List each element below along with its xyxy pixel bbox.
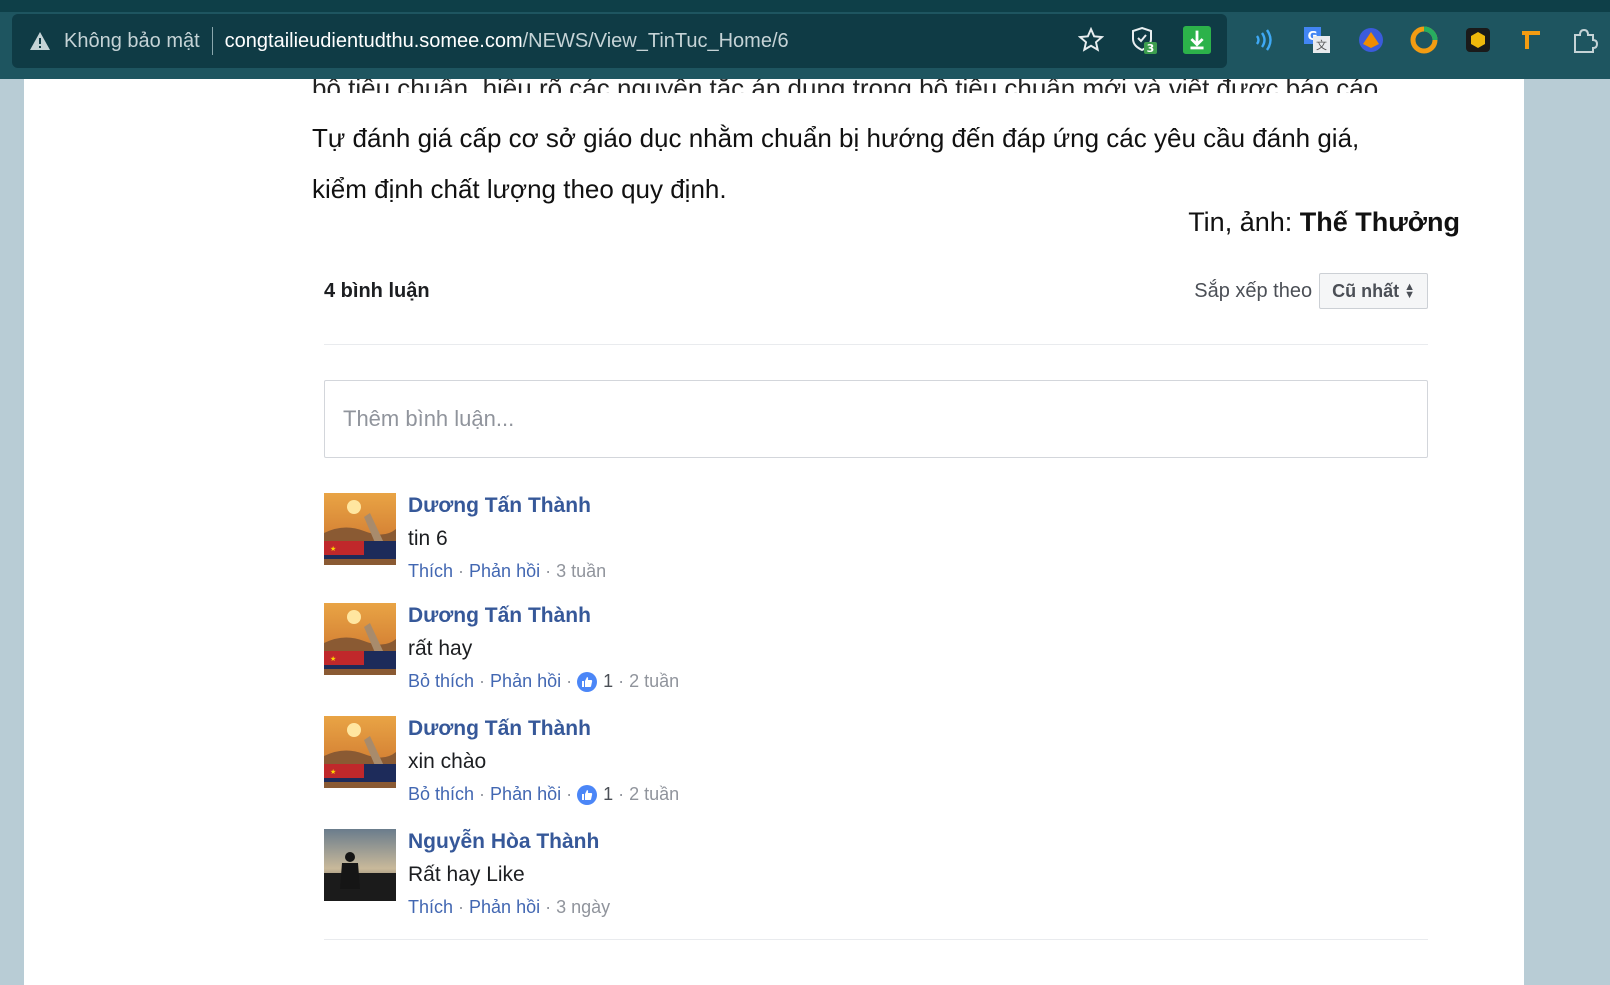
- comment-input-box[interactable]: [324, 380, 1428, 458]
- comments-header: 4 bình luận Sắp xếp theo Cũ nhất ▲ ▼: [324, 259, 1428, 323]
- comment-body: Dương Tấn Thành xin chào Bỏ thích · Phản…: [408, 716, 679, 829]
- url-path: /NEWS/View_TinTuc_Home/6: [522, 29, 789, 52]
- thumbs-up-icon[interactable]: [577, 784, 598, 805]
- comment-time[interactable]: 3 tuần: [556, 561, 606, 582]
- security-label[interactable]: Không bảo mật: [64, 30, 200, 53]
- bookmark-star-icon[interactable]: [1077, 26, 1105, 54]
- comment-author[interactable]: Dương Tấn Thành: [408, 494, 606, 518]
- list-bottom-divider: [324, 939, 1428, 940]
- comment-item: ★ Dương Tấn Thành xin chào Bỏ thích · Ph…: [324, 716, 1428, 829]
- comment-text: xin chào: [408, 750, 487, 773]
- reply-link[interactable]: Phản hồi: [490, 671, 561, 692]
- comment-count: 4 bình luận: [324, 279, 430, 302]
- avatar[interactable]: ★: [324, 493, 396, 565]
- svg-text:★: ★: [330, 768, 336, 776]
- like-count[interactable]: 1: [603, 784, 613, 805]
- header-divider: [324, 344, 1428, 345]
- download-icon[interactable]: [1183, 26, 1211, 54]
- comment-text: tin 6: [408, 527, 448, 550]
- like-link[interactable]: Thích: [408, 897, 453, 918]
- extension-badge-count: 3: [1147, 42, 1155, 54]
- comment-text: Rất hay Like: [408, 863, 525, 886]
- sort-value: Cũ nhất: [1332, 280, 1400, 301]
- cube-extension-icon[interactable]: [1464, 26, 1492, 54]
- shield-extension-icon[interactable]: 3: [1130, 26, 1158, 54]
- comment-item: ★ Dương Tấn Thành rất hay Bỏ thích · Phả…: [324, 603, 1428, 716]
- puzzle-extensions-icon[interactable]: [1570, 26, 1598, 54]
- svg-text:★: ★: [330, 545, 336, 553]
- byline-author: Thế Thưởng: [1299, 207, 1460, 237]
- comment-item: Nguyễn Hòa Thành Rất hay Like Thích · Ph…: [324, 829, 1428, 939]
- article-cut-line: bộ tiêu chuẩn, hiểu rõ các nguyên tắc áp…: [312, 79, 1460, 93]
- comment-time[interactable]: 3 ngày: [556, 897, 610, 918]
- sort-label: Sắp xếp theo: [1194, 279, 1313, 302]
- sort-control: Sắp xếp theo Cũ nhất ▲ ▼: [1194, 273, 1428, 309]
- address-separator: [211, 27, 213, 55]
- avatar[interactable]: ★: [324, 603, 396, 675]
- url-text[interactable]: congtailieudientudthu.somee.com/NEWS/Vie…: [225, 30, 789, 53]
- sort-arrows-icon: ▲ ▼: [1404, 281, 1415, 301]
- avatar[interactable]: [324, 829, 396, 901]
- comment-time[interactable]: 2 tuần: [629, 784, 679, 805]
- translate-icon[interactable]: G文: [1303, 26, 1331, 54]
- byline: Tin, ảnh: Thế Thưởng: [1188, 207, 1460, 238]
- comment-author[interactable]: Nguyễn Hòa Thành: [408, 830, 610, 854]
- chart-extension-icon[interactable]: [1410, 26, 1438, 54]
- comment-author[interactable]: Dương Tấn Thành: [408, 717, 679, 741]
- reply-link[interactable]: Phản hồi: [469, 897, 540, 918]
- comment-time[interactable]: 2 tuần: [629, 671, 679, 692]
- comment-item: ★ Dương Tấn Thành tin 6 Thích · Phản hồi…: [324, 493, 1428, 603]
- warning-icon[interactable]: [28, 29, 52, 53]
- sort-select[interactable]: Cũ nhất ▲ ▼: [1319, 273, 1428, 309]
- tab-strip: [0, 0, 1610, 12]
- avatar[interactable]: ★: [324, 716, 396, 788]
- address-bar[interactable]: Không bảo mật congtailieudientudthu.some…: [12, 14, 1227, 68]
- comment-text: rất hay: [408, 637, 473, 660]
- comment-actions: Thích · Phản hồi · 3 ngày: [408, 897, 611, 918]
- comment-input[interactable]: [341, 405, 1245, 433]
- audio-wave-icon[interactable]: [1250, 26, 1278, 54]
- comment-actions: Bỏ thích · Phản hồi · 1 · 2 tuần: [408, 671, 680, 692]
- fox-extension-icon[interactable]: [1357, 26, 1385, 54]
- svg-text:文: 文: [1316, 38, 1327, 52]
- comment-body: Nguyễn Hòa Thành Rất hay Like Thích · Ph…: [408, 829, 610, 939]
- comment-actions: Thích · Phản hồi · 3 tuần: [408, 561, 607, 582]
- like-count[interactable]: 1: [603, 671, 613, 692]
- article-body: bộ tiêu chuẩn, hiểu rõ các nguyên tắc áp…: [312, 79, 1460, 215]
- like-link[interactable]: Thích: [408, 561, 453, 582]
- corner-extension-icon[interactable]: [1517, 26, 1545, 54]
- reply-link[interactable]: Phản hồi: [469, 561, 540, 582]
- comment-actions: Bỏ thích · Phản hồi · 1 · 2 tuần: [408, 784, 680, 805]
- page-content: bộ tiêu chuẩn, hiểu rõ các nguyên tắc áp…: [24, 79, 1524, 985]
- comment-body: Dương Tấn Thành rất hay Bỏ thích · Phản …: [408, 603, 679, 716]
- reply-link[interactable]: Phản hồi: [490, 784, 561, 805]
- comment-body: Dương Tấn Thành tin 6 Thích · Phản hồi ·…: [408, 493, 606, 603]
- browser-toolbar: Không bảo mật congtailieudientudthu.some…: [0, 0, 1610, 79]
- comments-section: 4 bình luận Sắp xếp theo Cũ nhất ▲ ▼ Thê…: [324, 259, 1428, 940]
- url-domain: congtailieudientudthu.somee.com: [224, 29, 523, 52]
- comment-list: ★ Dương Tấn Thành tin 6 Thích · Phản hồi…: [324, 493, 1428, 940]
- unlike-link[interactable]: Bỏ thích: [408, 671, 474, 692]
- thumbs-up-icon[interactable]: [577, 671, 598, 692]
- unlike-link[interactable]: Bỏ thích: [408, 784, 474, 805]
- article-line: Tự đánh giá cấp cơ sở giáo dục nhằm chuẩ…: [312, 123, 1360, 153]
- byline-label: Tin, ảnh:: [1188, 207, 1293, 237]
- svg-text:★: ★: [330, 655, 336, 663]
- comment-author[interactable]: Dương Tấn Thành: [408, 604, 679, 628]
